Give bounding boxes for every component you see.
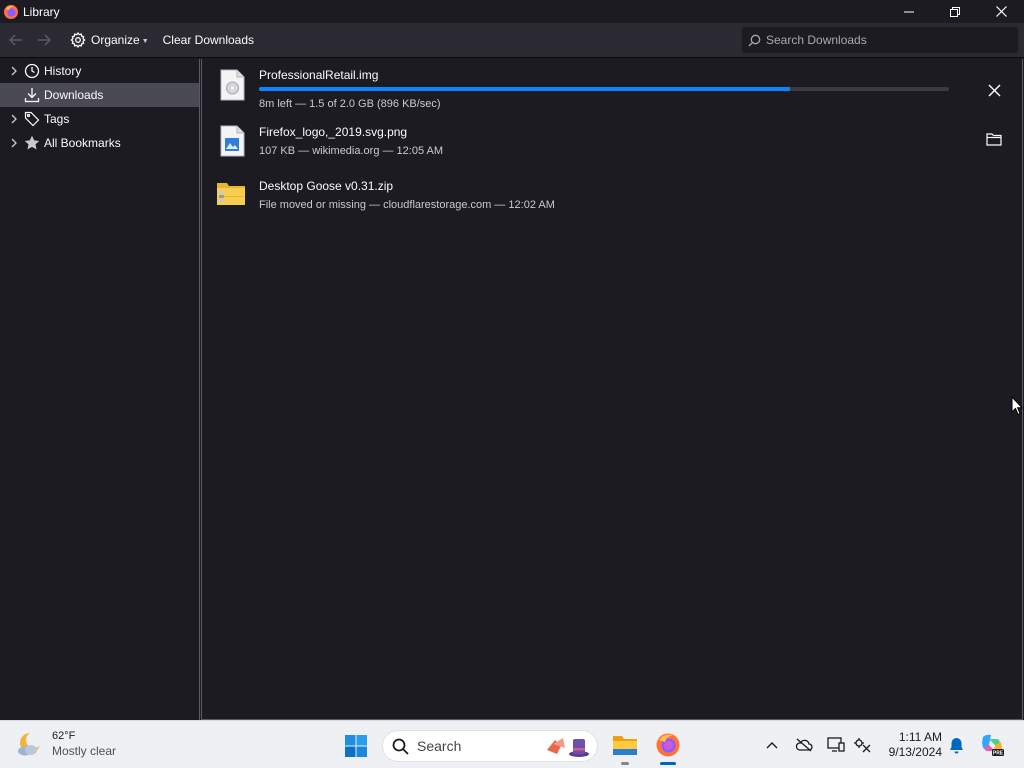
sidebar-item-label: Tags	[44, 112, 70, 126]
back-arrow-icon	[9, 34, 22, 46]
minimize-button[interactable]	[886, 0, 932, 23]
svg-text:PRE: PRE	[993, 751, 1004, 757]
clear-downloads-label: Clear Downloads	[162, 33, 255, 47]
organize-label: Organize	[91, 33, 140, 47]
clear-downloads-button[interactable]: Clear Downloads	[159, 27, 258, 53]
status-tray-button[interactable]	[852, 735, 872, 755]
sidebar-item-label: All Bookmarks	[44, 136, 121, 150]
mouse-cursor-icon	[1011, 396, 1023, 416]
clock-date: 9/13/2024	[888, 745, 942, 759]
library-sidebar: History Downloads Tags All Bookmarks	[0, 59, 200, 720]
search-input[interactable]	[766, 33, 1006, 47]
download-status: 107 KB — wikimedia.org — 12:05 AM	[259, 145, 444, 157]
weather-description: Mostly clear	[52, 744, 117, 758]
show-hidden-icons-button[interactable]	[762, 735, 782, 755]
sidebar-item-downloads[interactable]: Downloads	[0, 83, 199, 107]
folder-icon	[986, 133, 1002, 146]
sidebar-item-all-bookmarks[interactable]: All Bookmarks	[0, 131, 199, 155]
library-toolbar: Organize ▼ Clear Downloads	[0, 23, 1024, 58]
start-button[interactable]	[342, 732, 370, 760]
file-explorer-icon	[613, 736, 637, 755]
windows-taskbar: 62°F Mostly clear Search 1:11 AM 9/13/20…	[0, 720, 1024, 768]
back-button[interactable]	[4, 28, 28, 52]
taskbar-firefox[interactable]	[652, 729, 684, 765]
disk-image-file-icon	[220, 69, 245, 101]
chevron-right-icon[interactable]	[6, 66, 22, 76]
taskbar-search-label: Search	[417, 738, 462, 754]
sidebar-item-history[interactable]: History	[0, 59, 199, 83]
download-item[interactable]: Firefox_logo,_2019.svg.png 107 KB — wiki…	[202, 121, 1022, 177]
sidebar-item-tags[interactable]: Tags	[0, 107, 199, 131]
download-file-name: Firefox_logo,_2019.svg.png	[259, 125, 408, 139]
minimize-icon	[904, 11, 914, 12]
download-progress-fill	[259, 87, 791, 91]
search-highlight-illustration-icon	[547, 738, 589, 757]
notifications-button[interactable]	[946, 735, 966, 755]
active-indicator	[660, 762, 676, 765]
weather-widget[interactable]: 62°F Mostly clear	[16, 729, 116, 759]
windows-start-icon	[345, 735, 367, 757]
zip-folder-icon	[217, 183, 245, 205]
taskbar-clock[interactable]: 1:11 AM 9/13/2024	[880, 730, 942, 760]
sidebar-item-label: Downloads	[44, 88, 104, 102]
taskbar-file-explorer[interactable]	[609, 729, 641, 765]
download-item[interactable]: ProfessionalRetail.img 8m left — 1.5 of …	[202, 63, 1022, 119]
star-icon	[24, 135, 40, 151]
firefox-icon	[656, 733, 680, 757]
taskbar-search-box[interactable]: Search	[382, 730, 598, 762]
copilot-button[interactable]: PRE	[980, 733, 1004, 757]
chevron-right-icon[interactable]	[6, 114, 22, 124]
forward-button[interactable]	[32, 28, 56, 52]
gear-icon	[70, 32, 86, 48]
running-indicator	[621, 762, 629, 765]
chevron-down-icon: ▼	[141, 37, 149, 45]
close-button[interactable]	[978, 0, 1024, 23]
moon-cloud-icon	[18, 732, 42, 756]
close-icon	[995, 6, 1007, 17]
weather-temperature: 62°F	[52, 730, 76, 742]
window-title: Library	[23, 4, 60, 19]
show-in-folder-button[interactable]	[982, 127, 1006, 151]
search-downloads-box[interactable]	[742, 27, 1018, 53]
title-bar: Library	[0, 0, 1024, 23]
copilot-icon: PRE	[982, 734, 1004, 757]
download-progress-bar	[259, 87, 949, 91]
download-item[interactable]: Desktop Goose v0.31.zip File moved or mi…	[202, 175, 1022, 231]
organize-button[interactable]: Organize ▼	[66, 27, 153, 53]
cloud-offline-icon	[795, 738, 813, 752]
display-tray-button[interactable]	[826, 735, 846, 755]
tag-icon	[24, 111, 40, 127]
cancel-download-button[interactable]	[982, 78, 1006, 102]
restore-button[interactable]	[932, 0, 978, 23]
search-icon	[392, 738, 409, 755]
onedrive-tray-button[interactable]	[794, 735, 814, 755]
chevron-up-icon	[766, 742, 778, 749]
search-icon	[748, 34, 761, 46]
download-file-name: Desktop Goose v0.31.zip	[259, 179, 394, 193]
download-status: File moved or missing — cloudflarestorag…	[259, 199, 555, 211]
image-file-icon	[220, 125, 245, 157]
bell-icon	[949, 737, 963, 753]
forward-arrow-icon	[38, 34, 51, 46]
sidebar-item-label: History	[44, 64, 82, 78]
firefox-icon	[4, 4, 18, 19]
download-icon	[24, 87, 40, 103]
display-icon	[827, 737, 845, 752]
download-status: 8m left — 1.5 of 2.0 GB (896 KB/sec)	[259, 98, 441, 110]
cancel-icon	[987, 83, 1001, 97]
restore-icon	[950, 6, 960, 17]
downloads-list: ProfessionalRetail.img 8m left — 1.5 of …	[201, 59, 1023, 720]
clock-icon	[24, 63, 40, 79]
settings-status-icon	[854, 738, 871, 753]
window-controls	[886, 0, 1024, 23]
download-file-name: ProfessionalRetail.img	[259, 68, 379, 82]
clock-time: 1:11 AM	[898, 730, 942, 744]
chevron-right-icon[interactable]	[6, 138, 22, 148]
